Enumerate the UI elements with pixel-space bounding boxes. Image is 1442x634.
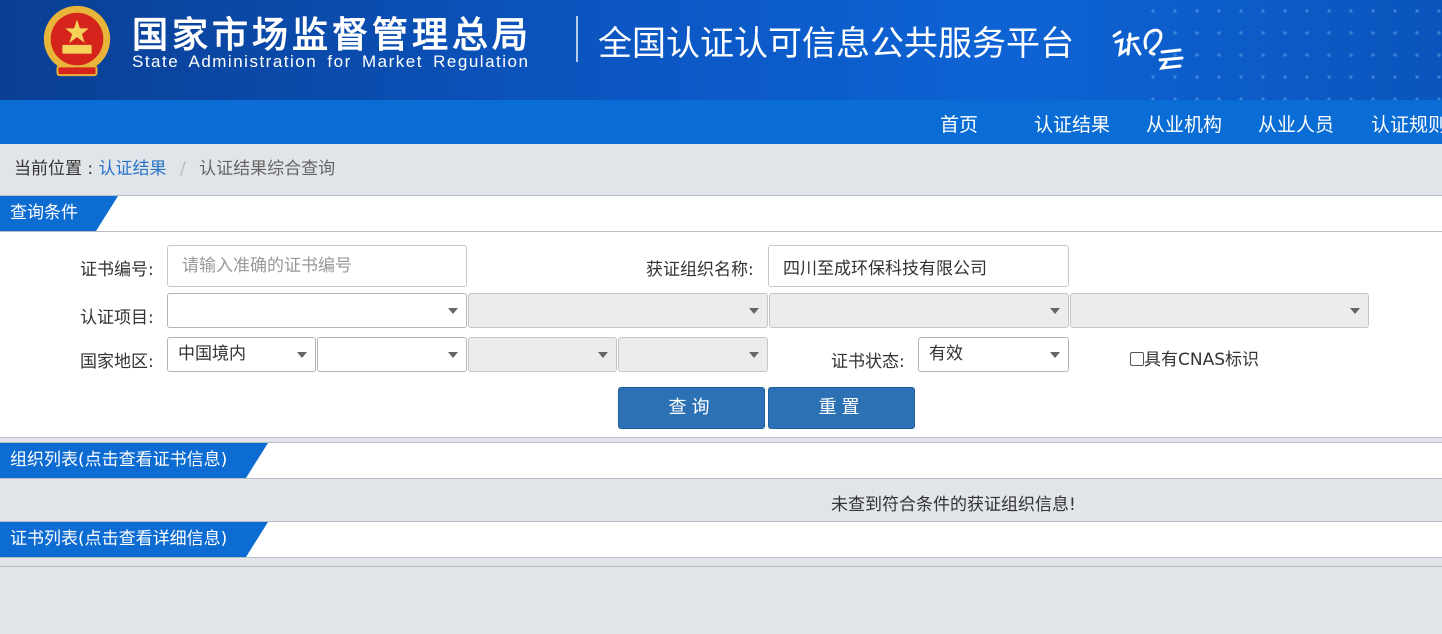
chevron-down-icon bbox=[598, 352, 608, 358]
org-panel-header: 组织列表(点击查看证书信息) bbox=[0, 442, 1442, 479]
cert-panel-title: 证书列表(点击查看详细信息) bbox=[0, 522, 268, 557]
breadcrumb-prefix: 当前位置 : bbox=[14, 159, 94, 179]
main-nav: 首页 认证结果 从业机构 从业人员 认证规则 bbox=[0, 100, 1442, 144]
cert-no-label: 证书编号: bbox=[80, 260, 154, 280]
cert-panel-divider bbox=[0, 566, 1442, 567]
cnas-checkbox[interactable] bbox=[1130, 352, 1144, 366]
chevron-down-icon bbox=[1050, 352, 1060, 358]
org-name-label: 获证组织名称: bbox=[646, 260, 754, 280]
header-divider bbox=[576, 16, 578, 62]
cnas-label: 具有CNAS标识 bbox=[1144, 350, 1260, 370]
project-select-4[interactable] bbox=[1070, 293, 1369, 328]
breadcrumb-separator: / bbox=[179, 159, 186, 179]
chevron-down-icon bbox=[1350, 308, 1360, 314]
status-select-value: 有效 bbox=[929, 344, 963, 364]
project-select-1[interactable] bbox=[167, 293, 467, 328]
region-select-2[interactable] bbox=[317, 337, 467, 372]
query-panel-header: 查询条件 bbox=[0, 195, 1442, 232]
breadcrumb-link-cert-results[interactable]: 认证结果 bbox=[99, 159, 167, 179]
region-select-1[interactable]: 中国境内 bbox=[167, 337, 316, 372]
region-select-3[interactable] bbox=[468, 337, 617, 372]
chevron-down-icon bbox=[448, 308, 458, 314]
region-select-4[interactable] bbox=[618, 337, 768, 372]
cert-panel-header: 证书列表(点击查看详细信息) bbox=[0, 521, 1442, 558]
chevron-down-icon bbox=[448, 352, 458, 358]
nav-item-home[interactable]: 首页 bbox=[940, 110, 978, 137]
region-label: 国家地区: bbox=[80, 352, 154, 372]
breadcrumb: 当前位置 : 认证结果 / 认证结果综合查询 bbox=[14, 154, 335, 179]
platform-title: 全国认证认可信息公共服务平台 bbox=[598, 24, 1074, 64]
org-name-input[interactable] bbox=[768, 245, 1069, 287]
header-decoration bbox=[1142, 0, 1442, 100]
region-select-1-value: 中国境内 bbox=[178, 344, 246, 364]
chevron-down-icon bbox=[297, 352, 307, 358]
nav-item-cert-rules[interactable]: 认证规则 bbox=[1371, 110, 1442, 137]
chevron-down-icon bbox=[749, 308, 759, 314]
site-header: 国家市场监督管理总局 State Administration for Mark… bbox=[0, 0, 1442, 100]
search-button[interactable]: 查询 bbox=[618, 387, 765, 429]
project-select-3[interactable] bbox=[769, 293, 1069, 328]
chevron-down-icon bbox=[749, 352, 759, 358]
national-emblem-icon bbox=[43, 5, 111, 77]
cnas-option: 具有CNAS标识 bbox=[1130, 345, 1259, 370]
status-select[interactable]: 有效 bbox=[918, 337, 1069, 372]
nav-item-personnel[interactable]: 从业人员 bbox=[1258, 110, 1334, 137]
project-label: 认证项目: bbox=[80, 308, 154, 328]
breadcrumb-current: 认证结果综合查询 bbox=[199, 159, 336, 179]
cert-no-input[interactable] bbox=[167, 245, 467, 287]
agency-name-en: State Administration for Market Regulati… bbox=[132, 52, 530, 71]
org-empty-message: 未查到符合条件的获证组织信息! bbox=[831, 495, 1076, 515]
org-panel-title: 组织列表(点击查看证书信息) bbox=[0, 443, 268, 478]
query-panel-title: 查询条件 bbox=[0, 196, 118, 231]
nav-item-institutions[interactable]: 从业机构 bbox=[1146, 110, 1222, 137]
chevron-down-icon bbox=[1050, 308, 1060, 314]
nav-item-cert-results[interactable]: 认证结果 bbox=[1034, 110, 1110, 137]
renzheng-yun-logo bbox=[1112, 28, 1184, 70]
status-label: 证书状态: bbox=[831, 352, 905, 372]
project-select-2[interactable] bbox=[468, 293, 768, 328]
reset-button[interactable]: 重置 bbox=[768, 387, 915, 429]
agency-name-cn: 国家市场监督管理总局 bbox=[132, 15, 533, 56]
